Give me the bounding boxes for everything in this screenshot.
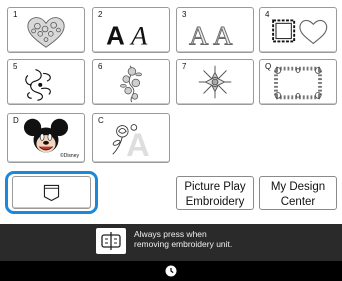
outline-font-icon: A A	[189, 20, 234, 51]
category-tile-d[interactable]: D ©Disney	[7, 113, 85, 163]
floral-heart-icon	[27, 17, 65, 48]
quilt-border-icon	[274, 66, 322, 100]
category-tile-1[interactable]: 1	[7, 7, 85, 53]
svg-text:A: A	[129, 20, 148, 50]
remove-unit-button[interactable]	[96, 228, 126, 254]
svg-text:A: A	[126, 126, 150, 162]
category-tile-2[interactable]: 2 A A	[92, 7, 170, 53]
my-design-center-label: My Design Center	[270, 181, 326, 208]
ribbon-motif-icon	[25, 69, 51, 101]
frame-shapes-icon	[272, 19, 328, 45]
disney-copyright: ©Disney	[60, 153, 79, 159]
script-font-icon: A A	[106, 20, 148, 50]
my-design-center-button[interactable]: My Design Center	[259, 176, 337, 210]
snowflake-icon	[198, 65, 232, 99]
category-tile-5[interactable]: 5	[7, 59, 85, 105]
svg-text:A: A	[106, 22, 125, 50]
svg-text:A: A	[213, 20, 233, 50]
pocket-button[interactable]	[12, 176, 91, 209]
clock-icon[interactable]	[165, 265, 177, 277]
category-tile-6[interactable]: 6	[92, 59, 170, 105]
category-tile-q[interactable]: Q	[259, 59, 337, 105]
category-tile-7[interactable]: 7	[176, 59, 254, 105]
embroidery-unit-icon	[101, 232, 121, 250]
floral-vine-icon	[120, 65, 142, 103]
picture-play-embroidery-label: Picture Play Embroidery	[184, 181, 246, 208]
picture-play-embroidery-button[interactable]: Picture Play Embroidery	[176, 176, 254, 210]
category-tile-3[interactable]: 3 A A	[176, 7, 254, 53]
bottom-bar	[0, 261, 342, 281]
category-tile-c[interactable]: C A	[92, 113, 170, 163]
pocket-icon	[43, 184, 60, 202]
category-tile-4[interactable]: 4	[259, 7, 337, 53]
svg-text:A: A	[189, 20, 209, 50]
rose-monogram-icon: A	[112, 124, 150, 162]
status-message: Always press when removing embroidery un…	[134, 229, 233, 249]
